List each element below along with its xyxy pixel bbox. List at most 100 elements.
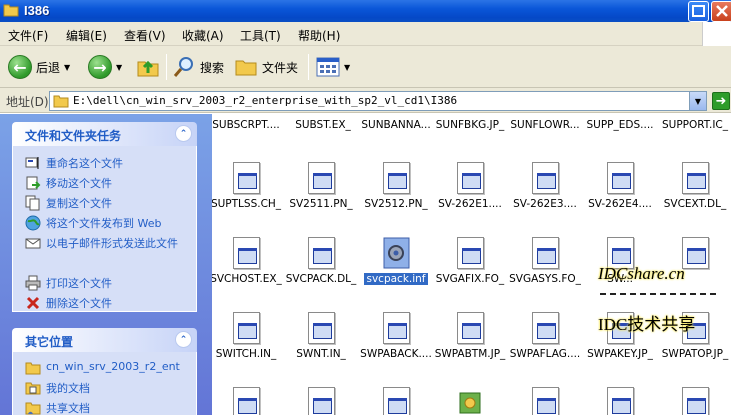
file-item[interactable] (284, 387, 358, 415)
other-places-header[interactable]: 其它位置 ⌃ (12, 328, 197, 352)
back-dropdown-icon[interactable]: ▼ (64, 63, 70, 72)
file-item[interactable]: SV2511.PN_ (284, 162, 358, 210)
views-button[interactable]: ▼ (316, 52, 350, 82)
file-name: SUPTLSS.CH_ (212, 198, 282, 210)
go-arrow-icon: ➜ (715, 93, 727, 109)
file-item[interactable]: SVGAFIX.FO_ (433, 237, 507, 285)
folders-button[interactable]: 文件夹 (234, 52, 298, 82)
file-item[interactable] (658, 387, 731, 415)
folder-icon (3, 4, 19, 17)
file-item[interactable]: SUBST.EX_ (286, 119, 360, 131)
file-item[interactable]: SWPAFLAG.... (508, 312, 582, 360)
delete-icon (26, 296, 40, 310)
maximize-button[interactable] (688, 1, 709, 22)
menu-favorites[interactable]: 收藏(A) (182, 27, 224, 44)
file-item[interactable]: SWPABACK.... (359, 312, 433, 360)
up-button[interactable] (136, 52, 160, 82)
task-label: 打印这个文件 (46, 277, 112, 290)
file-item[interactable]: SUBSCRPT.... (212, 119, 283, 131)
file-item[interactable]: SVGASYS.FO_ (508, 237, 582, 285)
setup-program-icon (459, 392, 480, 414)
web-publish-icon (25, 215, 41, 231)
forward-button[interactable]: → ▼ (88, 52, 122, 82)
go-button[interactable]: ➜ (712, 92, 730, 110)
document-icon (606, 162, 634, 194)
task-move[interactable]: 移动这个文件 (25, 175, 112, 191)
file-item[interactable]: SV-262E3.... (508, 162, 582, 210)
file-item[interactable] (433, 387, 507, 415)
other-places-title: 其它位置 (25, 335, 74, 349)
task-label: 以电子邮件形式发送此文件 (46, 237, 178, 250)
task-pane: 文件和文件夹任务 ⌃ 重命名这个文件 移动这个文件 复制这个文件 将这个文件发布… (0, 114, 212, 415)
task-email[interactable]: 以电子邮件形式发送此文件 (25, 235, 190, 251)
file-item[interactable]: SVCEXT.DL_ (658, 162, 731, 210)
place-label: 共享文档 (46, 402, 90, 415)
file-item[interactable]: SV-262E1.... (433, 162, 507, 210)
back-label: 后退 (36, 60, 61, 75)
file-item[interactable] (583, 387, 657, 415)
other-places-body: cn_win_srv_2003_r2_ent 我的文档 共享文档 (12, 352, 197, 415)
document-icon (456, 162, 484, 194)
document-icon (531, 312, 559, 344)
folder-icon (25, 362, 41, 375)
file-item[interactable]: SWITCH.IN_ (212, 312, 283, 360)
task-label: 移动这个文件 (46, 177, 112, 190)
address-input[interactable]: E:\dell\cn_win_srv_2003_r2_enterprise_wi… (49, 91, 707, 111)
place-shared-documents[interactable]: 共享文档 (25, 400, 90, 415)
collapse-chevron-icon[interactable]: ⌃ (175, 331, 192, 348)
file-item[interactable]: SUPPORT.IC_ (658, 119, 731, 131)
file-item[interactable]: SUPP_EDS.... (583, 119, 657, 131)
search-button[interactable]: 搜索 (172, 52, 224, 82)
file-item[interactable]: SUNBANNA... (359, 119, 433, 131)
file-item[interactable] (212, 387, 283, 415)
file-item[interactable]: SV-262E4.... (583, 162, 657, 210)
views-dropdown-icon[interactable]: ▼ (344, 63, 350, 72)
task-print[interactable]: 打印这个文件 (25, 275, 112, 291)
collapse-chevron-icon[interactable]: ⌃ (175, 125, 192, 142)
file-name: SVGAFIX.FO_ (435, 273, 505, 285)
file-item[interactable]: SWNT.IN_ (284, 312, 358, 360)
back-button[interactable]: ← 后退 ▼ (8, 52, 70, 82)
place-parent-folder[interactable]: cn_win_srv_2003_r2_ent (25, 360, 180, 376)
copy-icon (25, 195, 40, 211)
file-item[interactable] (508, 387, 582, 415)
file-name: SV2512.PN_ (364, 198, 428, 210)
task-delete[interactable]: 删除这个文件 (25, 295, 112, 311)
document-icon (531, 387, 559, 415)
back-arrow-icon: ← (8, 55, 32, 79)
task-publish-web[interactable]: 将这个文件发布到 Web (25, 215, 161, 231)
task-rename[interactable]: 重命名这个文件 (25, 155, 123, 171)
file-item[interactable]: SUNFBKG.JP_ (433, 119, 507, 131)
file-name: SUNFLOWR... (510, 119, 580, 131)
document-icon (382, 162, 410, 194)
task-label: 将这个文件发布到 Web (46, 217, 162, 230)
menu-help[interactable]: 帮助(H) (298, 27, 340, 44)
menu-bar: 文件(F) 编辑(E) 查看(V) 收藏(A) 工具(T) 帮助(H) (0, 22, 731, 46)
file-name: SUPPORT.IC_ (662, 119, 728, 131)
menu-view[interactable]: 查看(V) (124, 27, 166, 44)
file-item[interactable]: SVCHOST.EX_ (212, 237, 283, 285)
menu-file[interactable]: 文件(F) (8, 27, 48, 44)
task-copy[interactable]: 复制这个文件 (25, 195, 112, 211)
file-item[interactable]: SUPTLSS.CH_ (212, 162, 283, 210)
document-icon (382, 387, 410, 415)
folder-icon (53, 95, 69, 108)
place-my-documents[interactable]: 我的文档 (25, 380, 90, 396)
close-button[interactable] (711, 1, 731, 22)
file-name: SWNT.IN_ (296, 348, 346, 360)
address-label: 地址(D) (6, 95, 49, 109)
file-item-selected[interactable]: svcpack.inf (359, 237, 433, 286)
file-item[interactable]: SVCPACK.DL_ (284, 237, 358, 285)
document-icon (681, 237, 709, 269)
file-tasks-header[interactable]: 文件和文件夹任务 ⌃ (12, 122, 197, 146)
menu-edit[interactable]: 编辑(E) (66, 27, 107, 44)
file-name: SUBST.EX_ (295, 119, 351, 131)
file-item[interactable]: SUNFLOWR... (508, 119, 582, 131)
file-item[interactable] (359, 387, 433, 415)
address-dropdown-icon[interactable]: ▼ (689, 92, 706, 110)
menu-tools[interactable]: 工具(T) (240, 27, 281, 44)
file-item[interactable]: SV2512.PN_ (359, 162, 433, 210)
file-item[interactable]: SWPABTM.JP_ (433, 312, 507, 360)
task-label: 复制这个文件 (46, 197, 112, 210)
forward-dropdown-icon[interactable]: ▼ (116, 63, 122, 72)
